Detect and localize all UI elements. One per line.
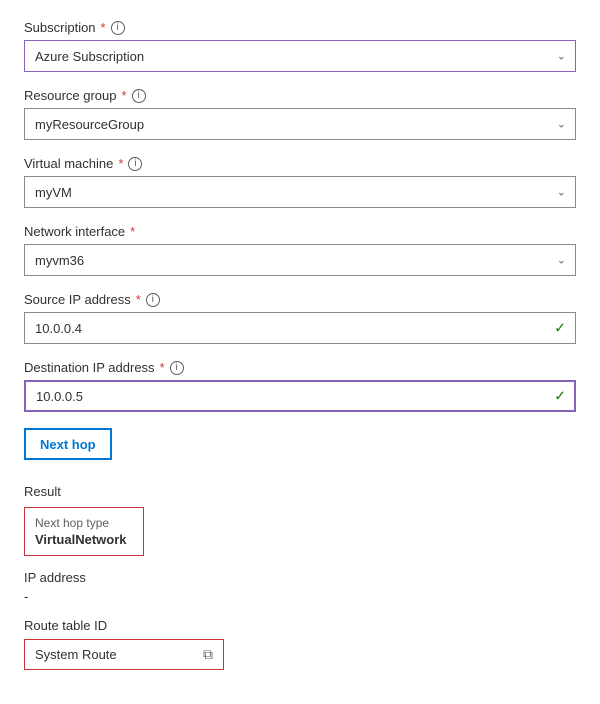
route-table-section: Route table ID System Route ⧉ bbox=[24, 618, 576, 670]
ip-address-value: - bbox=[24, 589, 576, 604]
copy-icon[interactable]: ⧉ bbox=[203, 646, 213, 663]
destination-ip-check-icon: ✓ bbox=[554, 388, 566, 405]
resource-group-info-icon[interactable]: i bbox=[132, 89, 146, 103]
subscription-label: Subscription * i bbox=[24, 20, 576, 35]
subscription-group: Subscription * i Azure Subscription ⌄ bbox=[24, 20, 576, 72]
destination-ip-label: Destination IP address * i bbox=[24, 360, 576, 375]
network-interface-required: * bbox=[130, 224, 135, 239]
resource-group-group: Resource group * i myResourceGroup ⌄ bbox=[24, 88, 576, 140]
source-ip-input[interactable] bbox=[24, 312, 576, 344]
resource-group-label-text: Resource group bbox=[24, 88, 117, 103]
source-ip-info-icon[interactable]: i bbox=[146, 293, 160, 307]
source-ip-label: Source IP address * i bbox=[24, 292, 576, 307]
route-table-label: Route table ID bbox=[24, 618, 576, 633]
virtual-machine-info-icon[interactable]: i bbox=[128, 157, 142, 171]
destination-ip-group: Destination IP address * i ✓ bbox=[24, 360, 576, 412]
resource-group-label: Resource group * i bbox=[24, 88, 576, 103]
source-ip-label-text: Source IP address bbox=[24, 292, 131, 307]
destination-ip-input-wrapper: ✓ bbox=[24, 380, 576, 412]
destination-ip-input[interactable] bbox=[24, 380, 576, 412]
virtual-machine-group: Virtual machine * i myVM ⌄ bbox=[24, 156, 576, 208]
next-hop-type-label: Next hop type bbox=[35, 516, 133, 530]
network-interface-select[interactable]: myvm36 bbox=[24, 244, 576, 276]
source-ip-group: Source IP address * i ✓ bbox=[24, 292, 576, 344]
virtual-machine-select[interactable]: myVM bbox=[24, 176, 576, 208]
virtual-machine-label: Virtual machine * i bbox=[24, 156, 576, 171]
destination-ip-info-icon[interactable]: i bbox=[170, 361, 184, 375]
resource-group-select[interactable]: myResourceGroup bbox=[24, 108, 576, 140]
next-hop-type-card: Next hop type VirtualNetwork bbox=[24, 507, 144, 556]
virtual-machine-select-wrapper: myVM ⌄ bbox=[24, 176, 576, 208]
next-hop-button[interactable]: Next hop bbox=[24, 428, 112, 460]
result-section: Result Next hop type VirtualNetwork IP a… bbox=[24, 484, 576, 670]
route-table-value: System Route bbox=[35, 647, 117, 662]
next-hop-type-value: VirtualNetwork bbox=[35, 532, 133, 547]
network-interface-select-wrapper: myvm36 ⌄ bbox=[24, 244, 576, 276]
destination-ip-required: * bbox=[160, 360, 165, 375]
ip-address-label: IP address bbox=[24, 570, 576, 585]
ip-address-section: IP address - bbox=[24, 570, 576, 604]
virtual-machine-label-text: Virtual machine bbox=[24, 156, 113, 171]
subscription-select[interactable]: Azure Subscription bbox=[24, 40, 576, 72]
subscription-select-wrapper: Azure Subscription ⌄ bbox=[24, 40, 576, 72]
resource-group-select-wrapper: myResourceGroup ⌄ bbox=[24, 108, 576, 140]
network-interface-group: Network interface * myvm36 ⌄ bbox=[24, 224, 576, 276]
subscription-info-icon[interactable]: i bbox=[111, 21, 125, 35]
virtual-machine-required: * bbox=[118, 156, 123, 171]
route-table-card: System Route ⧉ bbox=[24, 639, 224, 670]
network-interface-label-text: Network interface bbox=[24, 224, 125, 239]
source-ip-check-icon: ✓ bbox=[554, 320, 566, 337]
subscription-required: * bbox=[101, 20, 106, 35]
subscription-label-text: Subscription bbox=[24, 20, 96, 35]
source-ip-required: * bbox=[136, 292, 141, 307]
resource-group-required: * bbox=[122, 88, 127, 103]
destination-ip-label-text: Destination IP address bbox=[24, 360, 155, 375]
result-title: Result bbox=[24, 484, 576, 499]
network-interface-label: Network interface * bbox=[24, 224, 576, 239]
source-ip-input-wrapper: ✓ bbox=[24, 312, 576, 344]
